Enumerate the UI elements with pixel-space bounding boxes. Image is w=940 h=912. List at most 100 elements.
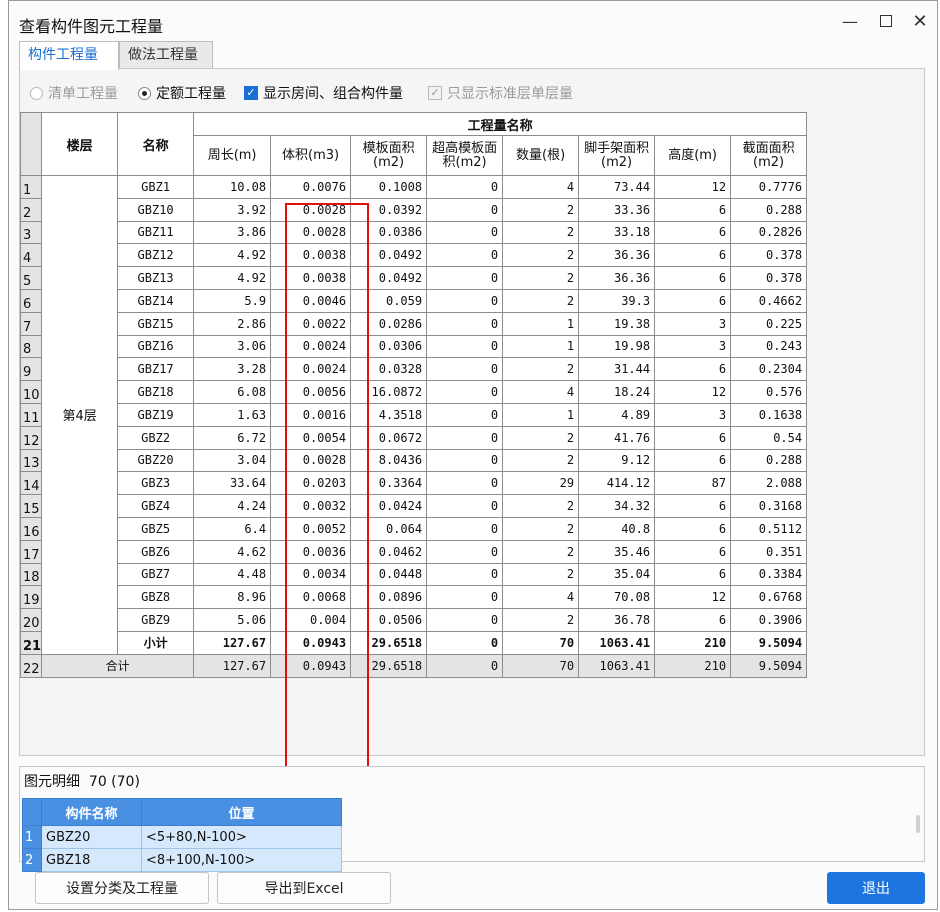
value-cell: 6 [654, 539, 732, 564]
bill-quantity-radio[interactable]: 清单工程量 [30, 83, 118, 103]
table-row[interactable]: 19 GBZ8 8.96 0.0068 0.0896 0 4 70.08 12 0.6768 [19, 585, 808, 610]
total-row[interactable]: 22 合计 127.67 0.0943 29.6518 0 70 1063.41 210 9.50… [19, 653, 808, 678]
table-row[interactable]: 12 GBZ2 6.72 0.0054 0.0672 0 2 41.76 6 0.54 [19, 425, 808, 450]
table-row[interactable]: 3 GBZ11 3.86 0.0028 0.0386 0 2 33.18 6 0.2826 [19, 220, 808, 245]
table-row[interactable]: 2 GBZ10 3.92 0.0028 0.0392 0 2 33.36 6 0.288 [19, 197, 808, 222]
column-header[interactable]: 周长(m) [193, 135, 272, 176]
detail-name-header[interactable]: 构件名称 [41, 798, 142, 826]
detail-row-number: 2 [22, 848, 42, 872]
show-rooms-checkbox[interactable]: ✓ 显示房间、组合构件量 [244, 83, 403, 103]
name-header[interactable]: 名称 [117, 112, 195, 176]
value-cell: 31.44 [578, 357, 656, 382]
column-header[interactable]: 数量(根) [502, 135, 580, 176]
std-floor-label: 只显示标准层单层量 [447, 86, 573, 102]
table-row[interactable]: 18 GBZ7 4.48 0.0034 0.0448 0 2 35.04 6 0.3384 [19, 562, 808, 587]
value-cell: 2.86 [193, 311, 272, 336]
value-cell: 1 [502, 334, 580, 359]
table-row[interactable]: 5 GBZ13 4.92 0.0038 0.0492 0 2 36.36 6 0.378 [19, 266, 808, 290]
row-number: 2 [19, 197, 43, 222]
component-name-cell: GBZ17 [117, 357, 195, 382]
maximize-icon[interactable] [875, 11, 897, 33]
value-cell: 0.0392 [350, 197, 428, 222]
subtotal-row[interactable]: 21 小计 127.67 0.0943 29.6518 0 70 1063.41 210 9.50… [19, 630, 808, 655]
value-cell: 4 [502, 380, 580, 404]
row-number: 21 [19, 630, 43, 655]
row-number: 3 [19, 220, 43, 245]
value-cell: 3.92 [193, 197, 272, 222]
row-number: 11 [19, 402, 43, 427]
table-row[interactable]: 7 GBZ15 2.86 0.0022 0.0286 0 1 19.38 3 0.225 [19, 311, 808, 336]
detail-row[interactable]: 2 GBZ18 <8+100,N-100> [22, 848, 342, 872]
exit-button[interactable]: 退出 [827, 872, 925, 904]
component-name-cell: GBZ11 [117, 220, 195, 245]
table-row[interactable]: 9 GBZ17 3.28 0.0024 0.0328 0 2 31.44 6 0.2304 [19, 357, 808, 382]
table-row[interactable]: 1 第4层 GBZ1 10.08 0.0076 0.1008 0 4 73.44 12 0.7776 [19, 175, 808, 655]
value-cell: 6.4 [193, 516, 272, 541]
value-cell: 2 [502, 197, 580, 222]
row-number: 9 [19, 357, 43, 382]
value-cell: 1 [502, 402, 580, 427]
value-cell: 0 [426, 448, 504, 473]
floor-header[interactable]: 楼层 [41, 112, 119, 176]
quantity-group-header: 工程量名称 [193, 112, 808, 136]
table-row[interactable]: 20 GBZ9 5.06 0.004 0.0506 0 2 36.78 6 0.3906 [19, 608, 808, 632]
table-row[interactable]: 10 GBZ18 6.08 0.0056 16.0872 0 4 18.24 12 0.576 [19, 380, 808, 404]
value-cell: 0.378 [730, 266, 808, 290]
detail-scrollbar[interactable] [916, 815, 920, 833]
value-cell: 2.088 [730, 471, 808, 496]
value-cell: 0.6768 [730, 585, 808, 610]
bill-quantity-label: 清单工程量 [48, 86, 118, 102]
value-cell: 2 [502, 288, 580, 313]
table-row[interactable]: 11 GBZ19 1.63 0.0016 4.3518 0 1 4.89 3 0.1638 [19, 402, 808, 427]
column-header[interactable]: 脚手架面积(m2) [578, 135, 656, 176]
row-number: 5 [19, 266, 43, 290]
table-row[interactable]: 6 GBZ14 5.9 0.0046 0.059 0 2 39.3 6 0.4662 [19, 288, 808, 313]
detail-row-number: 1 [22, 825, 42, 849]
value-cell: 0.0056 [270, 380, 352, 404]
column-header[interactable]: 截面面积(m2) [730, 135, 808, 176]
subtotal-value-cell: 127.67 [193, 630, 272, 655]
value-cell: 0.0506 [350, 608, 428, 632]
value-cell: 0.0034 [270, 562, 352, 587]
table-row[interactable]: 17 GBZ6 4.62 0.0036 0.0462 0 2 35.46 6 0.351 [19, 539, 808, 564]
value-cell: 6 [654, 266, 732, 290]
table-row[interactable]: 13 GBZ20 3.04 0.0028 8.0436 0 2 9.12 6 0.288 [19, 448, 808, 473]
table-row[interactable]: 14 GBZ3 33.64 0.0203 0.3364 0 29 414.12 87 2.088 [19, 471, 808, 496]
value-cell: 0.3906 [730, 608, 808, 632]
value-cell: 6.72 [193, 425, 272, 450]
table-row[interactable]: 8 GBZ16 3.06 0.0024 0.0306 0 1 19.98 3 0.243 [19, 334, 808, 359]
total-value-cell: 9.5094 [730, 653, 808, 678]
detail-row[interactable]: 1 GBZ20 <5+80,N-100> [22, 825, 342, 849]
column-header[interactable]: 体积(m3) [270, 135, 352, 176]
value-cell: 0 [426, 425, 504, 450]
column-header[interactable]: 模板面积(m2) [350, 135, 428, 176]
std-floor-checkbox[interactable]: ✓ 只显示标准层单层量 [428, 83, 573, 103]
quota-quantity-radio[interactable]: 定额工程量 [138, 83, 226, 103]
total-value-cell: 0.0943 [270, 653, 352, 678]
value-cell: 0.0022 [270, 311, 352, 336]
export-excel-button[interactable]: 导出到Excel [217, 872, 391, 904]
column-header[interactable]: 超高模板面积(m2) [426, 135, 504, 176]
setup-classification-button[interactable]: 设置分类及工程量 [35, 872, 209, 904]
minimize-icon[interactable]: — [839, 11, 861, 33]
value-cell: 0.0386 [350, 220, 428, 245]
component-name-cell: GBZ20 [117, 448, 195, 473]
table-row[interactable]: 16 GBZ5 6.4 0.0052 0.064 0 2 40.8 6 0.5112 [19, 516, 808, 541]
tab-method-quantity[interactable]: 做法工程量 [119, 41, 213, 69]
value-cell: 33.64 [193, 471, 272, 496]
value-cell: 18.24 [578, 380, 656, 404]
value-cell: 0.0286 [350, 311, 428, 336]
table-row[interactable]: 4 GBZ12 4.92 0.0038 0.0492 0 2 36.36 6 0.378 [19, 243, 808, 268]
tab-component-quantity[interactable]: 构件工程量 [19, 41, 119, 70]
value-cell: 6 [654, 562, 732, 587]
radio-icon [30, 86, 43, 100]
table-row[interactable]: 15 GBZ4 4.24 0.0032 0.0424 0 2 34.32 6 0.3168 [19, 494, 808, 518]
value-cell: 0.0672 [350, 425, 428, 450]
close-icon[interactable]: ✕ [909, 11, 931, 33]
value-cell: 6 [654, 357, 732, 382]
column-header[interactable]: 高度(m) [654, 135, 732, 176]
value-cell: 0.0054 [270, 425, 352, 450]
value-cell: 0.0052 [270, 516, 352, 541]
detail-position-header[interactable]: 位置 [141, 798, 342, 826]
total-value-cell: 70 [502, 653, 580, 678]
